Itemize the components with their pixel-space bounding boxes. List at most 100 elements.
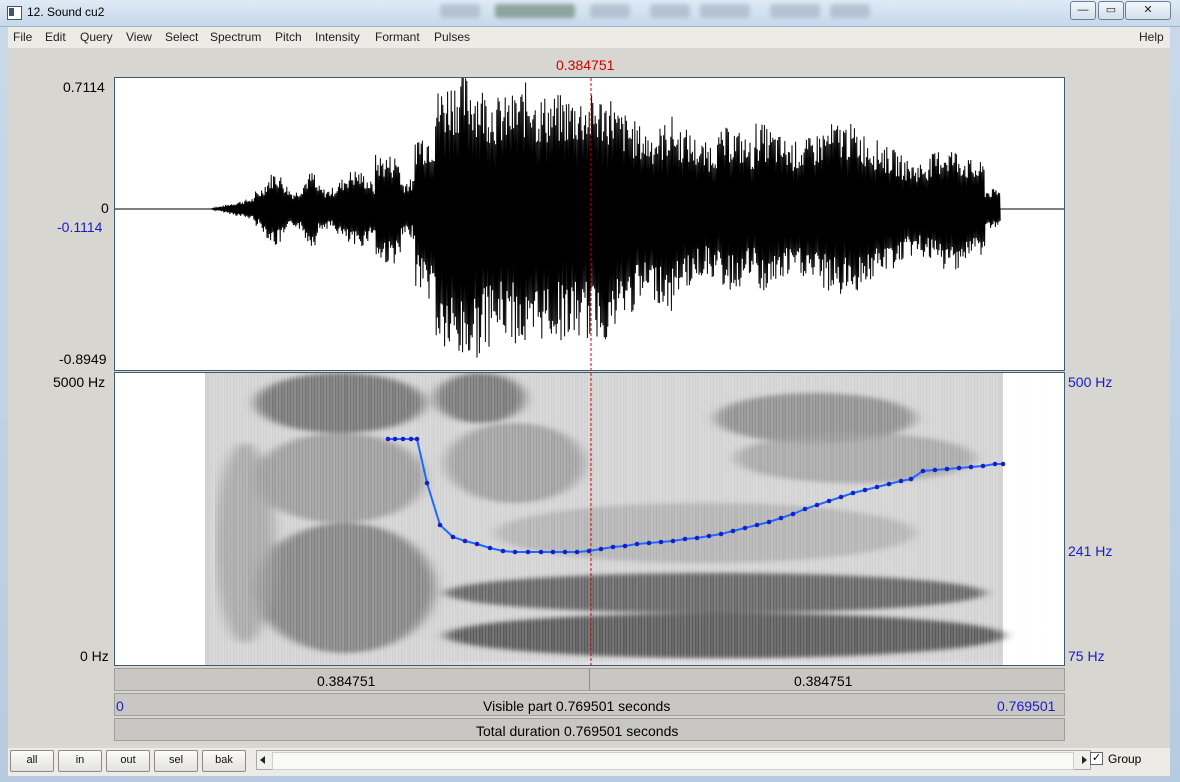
pitch-point bbox=[525, 549, 531, 555]
pitch-bottom-label: 75 Hz bbox=[1068, 648, 1105, 664]
minimize-button[interactable]: — bbox=[1070, 1, 1096, 20]
pitch-point bbox=[886, 481, 892, 487]
menu-intensity[interactable]: Intensity bbox=[315, 30, 360, 44]
pitch-point bbox=[838, 494, 844, 500]
scrollbar-thumb[interactable] bbox=[272, 752, 1074, 770]
waveform-plot bbox=[115, 78, 1064, 370]
pitch-point bbox=[622, 543, 628, 549]
pitch-point bbox=[562, 549, 568, 555]
zoom-out-button[interactable]: out bbox=[106, 750, 150, 772]
menu-formant[interactable]: Formant bbox=[375, 30, 420, 44]
pitch-point bbox=[512, 549, 518, 555]
menu-pulses[interactable]: Pulses bbox=[434, 30, 470, 44]
wave-ymax-label: 0.7114 bbox=[63, 79, 105, 95]
menu-bar: File Edit Query View Select Spectrum Pit… bbox=[8, 27, 1170, 49]
spectrogram-panel[interactable] bbox=[114, 372, 1065, 666]
pitch-point bbox=[385, 436, 391, 442]
zoom-back-button[interactable]: bak bbox=[202, 750, 246, 772]
pitch-point bbox=[538, 549, 544, 555]
spectrogram-edge-fade bbox=[115, 373, 1064, 665]
scroll-left-arrow-icon[interactable] bbox=[260, 756, 265, 764]
pitch-point bbox=[694, 535, 700, 541]
pitch-point bbox=[646, 540, 652, 546]
total-duration-label: Total duration 0.769501 seconds bbox=[476, 723, 679, 739]
zoom-in-button[interactable]: in bbox=[58, 750, 102, 772]
menu-view[interactable]: View bbox=[126, 30, 152, 44]
pitch-point bbox=[598, 546, 604, 552]
total-duration-bar[interactable]: Total duration 0.769501 seconds bbox=[114, 718, 1065, 741]
pitch-point bbox=[908, 476, 914, 482]
pitch-top-label: 500 Hz bbox=[1068, 374, 1113, 390]
praat-app-icon bbox=[7, 6, 22, 20]
pitch-point bbox=[968, 464, 974, 470]
spectrogram-plot bbox=[115, 373, 1064, 665]
pitch-point bbox=[500, 548, 506, 554]
pitch-point bbox=[462, 538, 468, 544]
pitch-point bbox=[450, 534, 456, 540]
waveform-panel[interactable] bbox=[114, 77, 1065, 371]
pitch-point bbox=[586, 548, 592, 554]
group-checkbox[interactable]: ✓ bbox=[1090, 752, 1103, 765]
menu-query[interactable]: Query bbox=[80, 30, 113, 44]
pitch-point bbox=[718, 531, 724, 537]
wave-zero-label: 0 bbox=[101, 200, 109, 216]
pitch-point bbox=[437, 522, 443, 528]
visible-start-label: 0 bbox=[116, 698, 124, 714]
pitch-point bbox=[814, 502, 820, 508]
time-left-segment[interactable]: 0.384751 bbox=[317, 673, 375, 689]
pitch-point bbox=[408, 436, 414, 442]
pitch-point bbox=[862, 487, 868, 493]
wave-cursor-value-label: -0.1114 bbox=[57, 219, 103, 235]
selection-time-bar[interactable]: 0.384751 0.384751 bbox=[114, 668, 1065, 691]
horizontal-scrollbar[interactable] bbox=[256, 750, 1091, 770]
group-label: Group bbox=[1108, 752, 1142, 766]
pitch-point bbox=[790, 511, 796, 517]
pitch-point bbox=[742, 525, 748, 531]
pitch-point bbox=[778, 515, 784, 521]
pitch-point bbox=[634, 541, 640, 547]
zoom-sel-button[interactable]: sel bbox=[154, 750, 198, 772]
pitch-point bbox=[826, 498, 832, 504]
pitch-point bbox=[706, 533, 712, 539]
pitch-point bbox=[920, 468, 926, 474]
pitch-point bbox=[400, 436, 406, 442]
scroll-right-arrow-icon[interactable] bbox=[1082, 756, 1087, 764]
bottom-toolbar: all in out sel bak ✓ Group bbox=[8, 748, 1170, 776]
cursor-time-label: 0.384751 bbox=[556, 57, 615, 73]
pitch-point bbox=[754, 522, 760, 528]
title-bar: 12. Sound cu2 — ▭ ✕ bbox=[0, 0, 1180, 27]
pitch-point bbox=[574, 549, 580, 555]
spec-freq-bottom-label: 0 Hz bbox=[80, 648, 109, 664]
zoom-all-button[interactable]: all bbox=[10, 750, 54, 772]
menu-pitch[interactable]: Pitch bbox=[275, 30, 302, 44]
time-right-segment[interactable]: 0.384751 bbox=[794, 673, 852, 689]
menu-help[interactable]: Help bbox=[1139, 30, 1164, 44]
menu-edit[interactable]: Edit bbox=[45, 30, 66, 44]
menu-spectrum[interactable]: Spectrum bbox=[210, 30, 261, 44]
pitch-point bbox=[1000, 461, 1006, 467]
pitch-point bbox=[992, 461, 998, 467]
close-button[interactable]: ✕ bbox=[1125, 1, 1171, 20]
visible-part-label: Visible part 0.769501 seconds bbox=[483, 698, 671, 714]
wave-ymin-label: -0.8949 bbox=[59, 351, 107, 367]
pitch-point bbox=[682, 536, 688, 542]
pitch-point bbox=[670, 538, 676, 544]
pitch-point bbox=[424, 480, 430, 486]
pitch-point bbox=[898, 478, 904, 484]
maximize-button[interactable]: ▭ bbox=[1098, 1, 1124, 20]
pitch-point bbox=[956, 465, 962, 471]
pitch-point bbox=[487, 545, 493, 551]
background-window-blur bbox=[440, 0, 1060, 24]
window-title: 12. Sound cu2 bbox=[27, 5, 105, 19]
menu-select[interactable]: Select bbox=[165, 30, 198, 44]
waveform-trace bbox=[115, 78, 1064, 358]
pitch-point bbox=[980, 463, 986, 469]
visible-part-bar[interactable]: 0 Visible part 0.769501 seconds 0.769501 bbox=[114, 693, 1065, 716]
pitch-point bbox=[874, 484, 880, 490]
pitch-point bbox=[392, 436, 398, 442]
spec-freq-top-label: 5000 Hz bbox=[53, 374, 106, 390]
pitch-point bbox=[932, 467, 938, 473]
pitch-point bbox=[610, 544, 616, 550]
pitch-point bbox=[802, 506, 808, 512]
menu-file[interactable]: File bbox=[13, 30, 32, 44]
